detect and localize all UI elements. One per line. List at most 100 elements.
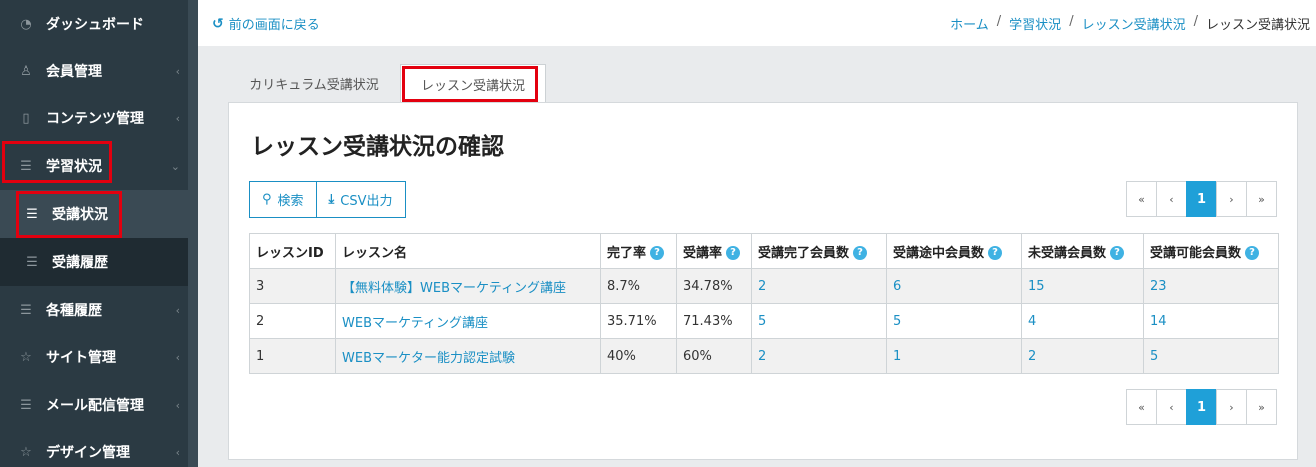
back-label: 前の画面に戻る (228, 18, 320, 33)
sidebar-item-label: デザイン管理 (46, 445, 130, 461)
page-first-button[interactable]: « (1126, 389, 1157, 425)
page-prev-button[interactable]: ‹ (1156, 389, 1187, 425)
col-eligible-members: 受講可能会員数? (1143, 233, 1279, 269)
breadcrumb-learning-status[interactable]: 学習状況 (1009, 14, 1061, 33)
lesson-name-link[interactable]: WEBマーケター能力認定試験 (335, 338, 601, 374)
sidebar-item-various-history[interactable]: ☰ 各種履歴 ‹ (0, 286, 188, 334)
highlight-box (16, 191, 122, 238)
table-row: 2 WEBマーケティング講座 35.71% 71.43% 5 5 4 14 (249, 303, 1279, 339)
lesson-id-cell: 2 (249, 303, 336, 339)
sidebar-item-label: コンテンツ管理 (46, 111, 144, 127)
not-started-members-link[interactable]: 2 (1021, 338, 1144, 374)
sidebar-item-label: ダッシュボード (46, 17, 144, 33)
in-progress-members-link[interactable]: 6 (886, 268, 1022, 304)
action-buttons: ⚲ 検索 ⤓ CSV出力 (249, 181, 406, 218)
sidebar-item-design-management[interactable]: ☆ デザイン管理 ‹ (0, 428, 188, 467)
col-lesson-name: レッスン名 (335, 233, 601, 269)
lesson-id-cell: 3 (249, 268, 336, 304)
search-button[interactable]: ⚲ 検索 (249, 181, 317, 218)
chevron-down-icon: ⌄ (170, 159, 180, 173)
list-icon: ☰ (26, 254, 38, 270)
star-icon: ☆ (20, 444, 32, 460)
eligible-members-link[interactable]: 14 (1143, 303, 1279, 339)
table-row: 1 WEBマーケター能力認定試験 40% 60% 2 1 2 5 (249, 338, 1279, 374)
in-progress-members-link[interactable]: 1 (886, 338, 1022, 374)
page-next-button[interactable]: › (1216, 181, 1247, 217)
breadcrumb-separator: / (1193, 14, 1198, 29)
not-started-members-link[interactable]: 15 (1021, 268, 1144, 304)
sidebar-item-label: 各種履歴 (46, 303, 102, 319)
sidebar-item-label: メール配信管理 (46, 398, 144, 414)
page-next-button[interactable]: › (1216, 389, 1247, 425)
dashboard-icon: ◔ (20, 16, 32, 32)
breadcrumb-lesson-status[interactable]: レッスン受講状況 (1082, 14, 1186, 33)
chevron-left-icon: ‹ (175, 445, 180, 459)
sidebar-item-label: 受講履歴 (52, 255, 108, 271)
chevron-left-icon: ‹ (175, 303, 180, 317)
attendance-rate-cell: 34.78% (676, 268, 752, 304)
help-icon[interactable]: ? (650, 246, 665, 260)
back-link[interactable]: ↺ 前の画面に戻る (212, 14, 320, 34)
sidebar-item-contents[interactable]: ▯ コンテンツ管理 ‹ (0, 94, 188, 142)
not-started-members-link[interactable]: 4 (1021, 303, 1144, 339)
breadcrumb-current: レッスン受講状況 (1205, 18, 1310, 33)
sidebar-item-label: サイト管理 (46, 350, 116, 366)
content-panel: レッスン受講状況の確認 ⚲ 検索 ⤓ CSV出力 « ‹ 1 › » レッスンI… (228, 102, 1298, 460)
sidebar-item-dashboard[interactable]: ◔ ダッシュボード (0, 0, 188, 48)
attendance-rate-cell: 71.43% (676, 303, 752, 339)
tab-curriculum-status[interactable]: カリキュラム受講状況 (230, 64, 398, 102)
search-icon: ⚲ (262, 192, 272, 207)
page-last-button[interactable]: » (1246, 389, 1277, 425)
breadcrumb-home[interactable]: ホーム (950, 14, 989, 33)
completion-rate-cell: 40% (600, 338, 677, 374)
attendance-rate-cell: 60% (676, 338, 752, 374)
sidebar-divider (188, 0, 198, 467)
content-icon: ▯ (22, 110, 30, 126)
help-icon[interactable]: ? (853, 246, 868, 260)
help-icon[interactable]: ? (726, 246, 741, 260)
csv-export-button[interactable]: ⤓ CSV出力 (315, 181, 406, 218)
lesson-name-link[interactable]: 【無料体験】WEBマーケティング講座 (335, 268, 601, 304)
chevron-left-icon: ‹ (175, 350, 180, 364)
search-button-label: 検索 (277, 194, 304, 209)
breadcrumb-separator: / (1069, 14, 1074, 29)
col-completion-rate: 完了率? (600, 233, 677, 269)
pagination-bottom: « ‹ 1 › » (1126, 389, 1277, 425)
completed-members-link[interactable]: 2 (751, 268, 887, 304)
table-row: 3 【無料体験】WEBマーケティング講座 8.7% 34.78% 2 6 15 … (249, 268, 1279, 304)
sidebar-item-site-management[interactable]: ☆ サイト管理 ‹ (0, 333, 188, 381)
help-icon[interactable]: ? (1110, 246, 1125, 260)
sidebar-item-mail-management[interactable]: ☰ メール配信管理 ‹ (0, 381, 188, 429)
download-icon: ⤓ (328, 192, 335, 207)
pagination-top: « ‹ 1 › » (1126, 181, 1277, 217)
highlight-box (2, 141, 112, 183)
completed-members-link[interactable]: 2 (751, 338, 887, 374)
help-icon[interactable]: ? (988, 246, 1003, 260)
sidebar-item-attendance-history[interactable]: ☰ 受講履歴 (0, 238, 188, 286)
star-icon: ☆ (20, 349, 32, 365)
table-header-row: レッスンID レッスン名 完了率? 受講率? 受講完了会員数? 受講途中会員数?… (249, 233, 1279, 269)
eligible-members-link[interactable]: 23 (1143, 268, 1279, 304)
lesson-id-cell: 1 (249, 338, 336, 374)
col-lesson-id: レッスンID (249, 233, 336, 269)
col-attendance-rate: 受講率? (676, 233, 752, 269)
chevron-left-icon: ‹ (175, 398, 180, 412)
breadcrumb-separator: / (996, 14, 1002, 29)
user-icon: ♙ (20, 63, 32, 79)
sidebar-item-members[interactable]: ♙ 会員管理 ‹ (0, 47, 188, 95)
list-icon: ☰ (20, 397, 32, 413)
in-progress-members-link[interactable]: 5 (886, 303, 1022, 339)
completed-members-link[interactable]: 5 (751, 303, 887, 339)
page-current-button[interactable]: 1 (1186, 181, 1217, 217)
help-icon[interactable]: ? (1245, 246, 1260, 260)
top-bar: ↺ 前の画面に戻る ホーム / 学習状況 / レッスン受講状況 / レッスン受講… (198, 0, 1316, 46)
eligible-members-link[interactable]: 5 (1143, 338, 1279, 374)
lesson-name-link[interactable]: WEBマーケティング講座 (335, 303, 601, 339)
page-prev-button[interactable]: ‹ (1156, 181, 1187, 217)
chevron-left-icon: ‹ (175, 64, 180, 78)
undo-icon: ↺ (212, 15, 224, 32)
page-last-button[interactable]: » (1246, 181, 1277, 217)
breadcrumb: ホーム / 学習状況 / レッスン受講状況 / レッスン受講状況 (950, 14, 1310, 33)
page-current-button[interactable]: 1 (1186, 389, 1217, 425)
page-first-button[interactable]: « (1126, 181, 1157, 217)
